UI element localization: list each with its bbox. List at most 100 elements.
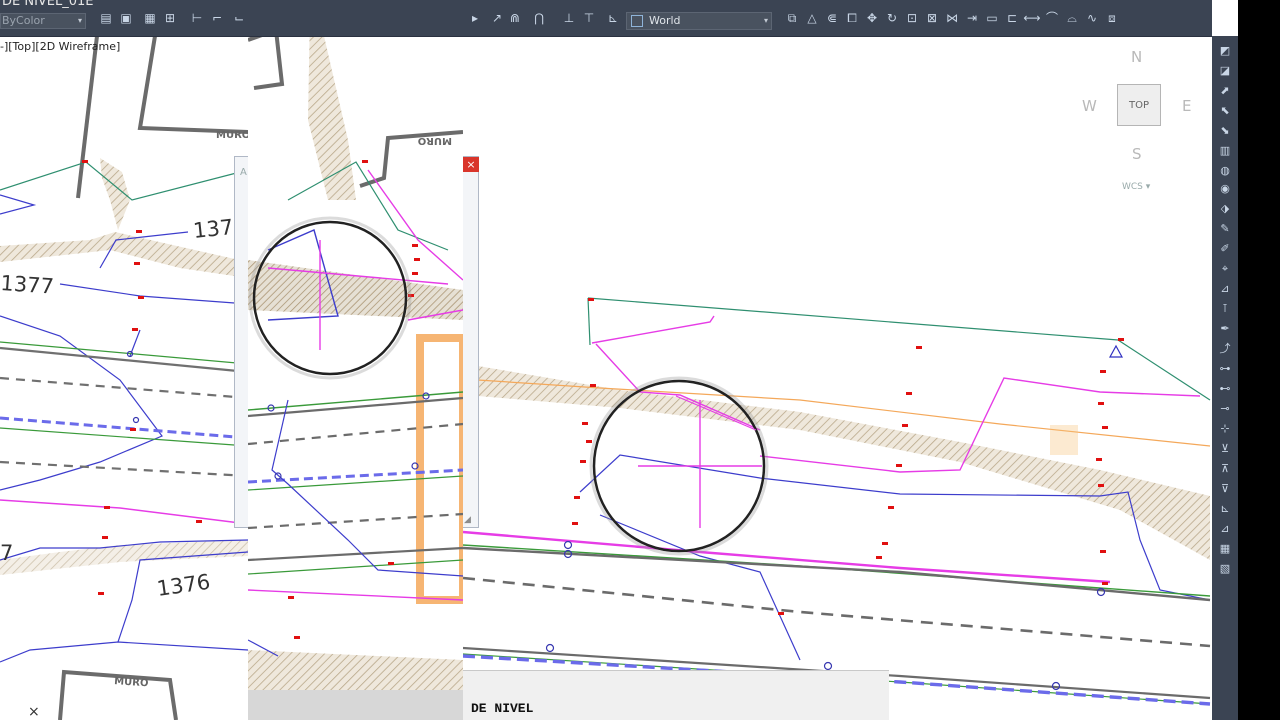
orbit-icon[interactable]: ⬊ — [1218, 124, 1232, 138]
contour-label-1377: 1377 — [0, 271, 55, 299]
ucs-zaxis-icon[interactable]: ⊤ — [582, 12, 596, 25]
ucs-face-icon[interactable]: ⋂ — [532, 12, 546, 25]
snap-icon[interactable]: ⧉ — [785, 12, 799, 25]
top-toolbar: DE NIVEL_01E ByColor ▾ ▤ ▣ ▦ ⊞ ⊢ ⌐ ⌙ ▸ ↗… — [0, 0, 1212, 37]
measure-icon[interactable]: ⊢ — [190, 12, 204, 25]
pan-tool-icon[interactable]: ⬈ — [1218, 84, 1232, 98]
area-icon[interactable]: ⌙ — [232, 12, 246, 25]
modify-tool-icon[interactable]: ✐ — [1218, 242, 1232, 256]
dialog-close-button[interactable]: × — [463, 157, 479, 172]
label-tool-icon[interactable]: ⊿ — [1218, 282, 1232, 296]
compass-south[interactable]: S — [1132, 145, 1142, 163]
explode-icon[interactable]: ⧈ — [1105, 12, 1119, 25]
chevron-down-icon: ▾ — [763, 16, 768, 25]
distance-icon[interactable]: ⌐ — [210, 12, 224, 25]
ucs-3point-icon[interactable]: ⊾ — [606, 12, 620, 25]
quick-select-icon[interactable]: ⊞ — [163, 12, 177, 25]
volume-icon[interactable]: ⊽ — [1218, 482, 1232, 496]
color-property-value: ByColor — [2, 14, 45, 27]
web-map-icon[interactable]: ◉ — [1218, 182, 1232, 196]
dialog-left-edge: A — [234, 156, 248, 528]
ucs-world-icon — [631, 15, 643, 27]
full-navigation-icon[interactable]: ◪ — [1218, 64, 1232, 78]
zoom-window-icon[interactable]: ⬉ — [1218, 104, 1232, 118]
close-icon[interactable]: × — [28, 704, 40, 720]
trim-icon[interactable]: ⋈ — [945, 12, 959, 25]
magnifier-drawing: MURO — [248, 10, 463, 690]
table-icon[interactable]: ▦ — [1218, 542, 1232, 556]
ucs-origin-icon[interactable]: ⊥ — [562, 12, 576, 25]
mirrored-muro-label: MURO — [418, 135, 452, 146]
survey-triangle-marker — [1108, 344, 1124, 358]
mirror-icon[interactable]: ⊠ — [925, 12, 939, 25]
arc-icon[interactable]: ⌒ — [1045, 12, 1059, 25]
compass-north[interactable]: N — [1131, 48, 1142, 66]
command-line-text: DE NIVEL — [471, 701, 534, 716]
move-icon[interactable]: ✥ — [865, 12, 879, 25]
surface-icon[interactable]: ⊼ — [1218, 462, 1232, 476]
layout-icon[interactable]: ▧ — [1218, 562, 1232, 576]
annotation-icon[interactable]: ⊺ — [1218, 302, 1232, 316]
arc-3point-icon[interactable]: ⌓ — [1065, 12, 1079, 25]
command-line[interactable]: DE NIVEL — [463, 670, 889, 720]
pen-icon[interactable]: ✒ — [1218, 322, 1232, 336]
cad-application: MURO MURO 1377 137 1376 7 MURO A × ◢ DE … — [0, 0, 1280, 720]
layer-state-icon[interactable]: ▤ — [99, 12, 113, 25]
right-side-toolbar: ◩ ◪ ⬈ ⬉ ⬊ ▥ ◍ ◉ ⬗ ✎ ✐ ⌖ ⊿ ⊺ ✒ ⤴ ⊶ ⊷ ⊸ ⊹ … — [1212, 36, 1238, 720]
slope-icon[interactable]: ⊻ — [1218, 442, 1232, 456]
properties-icon[interactable]: ▦ — [143, 12, 157, 25]
contour-label-left-partial: 7 — [0, 541, 13, 565]
corridor-icon[interactable]: ⊿ — [1218, 522, 1232, 536]
compass-west[interactable]: W — [1082, 97, 1097, 115]
ucs-dropdown[interactable]: World ▾ — [626, 12, 772, 30]
spot-elevation-icon[interactable]: ⊶ — [1218, 362, 1232, 376]
match-properties-icon[interactable]: ⌖ — [1218, 262, 1232, 276]
globe-icon[interactable]: ◍ — [1218, 164, 1232, 178]
alignment-icon[interactable]: ⊾ — [1218, 502, 1232, 516]
contour-label-1377-partial: 137 — [192, 215, 234, 243]
viewcube-face-label: TOP — [1128, 99, 1149, 111]
triangle-tool-icon[interactable]: △ — [805, 12, 819, 25]
viewport-controls-label[interactable]: -][Top][2D Wireframe] — [0, 40, 120, 53]
boundary-line-right-v — [587, 297, 591, 346]
screen-edge — [1238, 0, 1280, 720]
layer-match-icon[interactable]: ▣ — [119, 12, 133, 25]
array-icon[interactable]: ⋐ — [825, 12, 839, 25]
zoom-magnifier-panel: MURO — [248, 0, 463, 720]
wall-muro-upper — [137, 35, 249, 134]
geolocation-icon[interactable]: ⬗ — [1218, 202, 1232, 216]
pline-left-edge — [0, 499, 249, 525]
copy-icon[interactable]: ⧠ — [845, 12, 859, 25]
section-icon[interactable]: ⊸ — [1218, 402, 1232, 416]
hatched-area-right — [478, 366, 1210, 560]
draw-tool-icon[interactable]: ✎ — [1218, 222, 1232, 236]
navigate-icon[interactable]: ◩ — [1218, 44, 1232, 58]
ucs-view-icon[interactable]: ↗ — [490, 12, 504, 25]
wcs-menu[interactable]: WCS ▾ — [1122, 182, 1150, 192]
drawing-title: DE NIVEL_01E — [2, 0, 94, 9]
dialog-right-edge — [463, 156, 479, 528]
contour-1377-upper — [0, 194, 37, 215]
dialog-caption-fragment: A — [240, 167, 247, 178]
scale-icon[interactable]: ⊡ — [905, 12, 919, 25]
grading-icon[interactable]: ⊹ — [1218, 422, 1232, 436]
leader-icon[interactable]: ⤴ — [1218, 342, 1232, 356]
ucs-dropdown-value: World — [649, 14, 681, 27]
rotate-icon[interactable]: ↻ — [885, 12, 899, 25]
color-property-dropdown[interactable]: ByColor ▾ — [0, 13, 86, 29]
compass-east[interactable]: E — [1182, 97, 1191, 115]
magnifier-bottom-band — [248, 690, 463, 720]
ucs-previous-icon[interactable]: ▸ — [468, 12, 482, 25]
break-icon[interactable]: ⊏ — [1005, 12, 1019, 25]
showmotion-icon[interactable]: ▥ — [1218, 144, 1232, 158]
ucs-object-icon[interactable]: ⋒ — [508, 12, 522, 25]
road-line-grey-dash-1 — [0, 376, 249, 400]
line-icon[interactable]: ⟷ — [1023, 12, 1040, 25]
spline-icon[interactable]: ∿ — [1085, 12, 1099, 25]
viewcube-top-face[interactable]: TOP — [1117, 84, 1161, 126]
resize-grip-icon[interactable]: ◢ — [464, 515, 476, 525]
profile-icon[interactable]: ⊷ — [1218, 382, 1232, 396]
extend-icon[interactable]: ⇥ — [965, 12, 979, 25]
rectangle-icon[interactable]: ▭ — [985, 12, 999, 25]
contour-label-1376: 1376 — [155, 570, 211, 601]
